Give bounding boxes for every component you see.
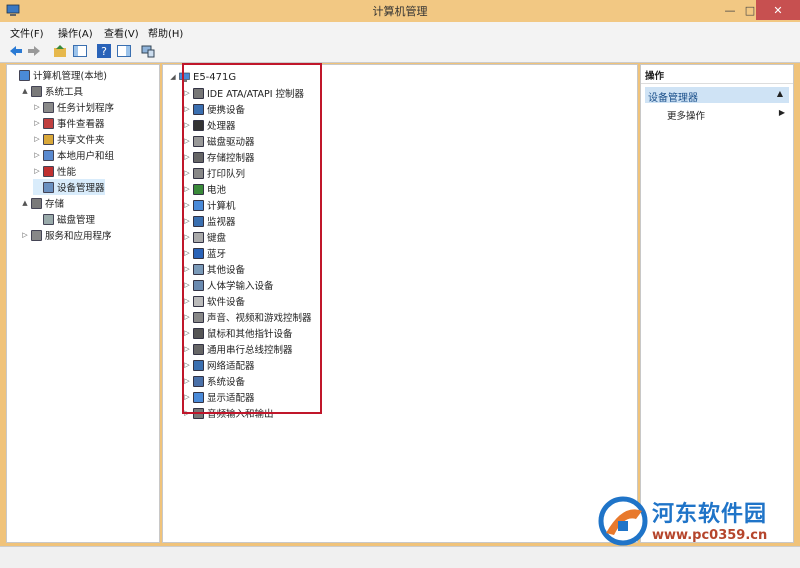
watermark-url: www.pc0359.cn [652,528,768,543]
actions-pane: 操作 设备管理器 ▲ 更多操作 ▶ [640,64,794,543]
show-hide-tree-icon[interactable] [72,43,88,59]
help-icon[interactable]: ? [96,43,112,59]
nav-tree-item-label: 事件查看器 [57,119,105,130]
up-folder-icon[interactable] [52,43,68,59]
actions-header: 操作 [641,65,793,84]
actions-title: 操作 [645,71,665,82]
collapse-arrow-icon[interactable]: ◢ [169,73,177,81]
menu-file[interactable]: 文件(F) [10,25,44,40]
forward-arrow-icon[interactable] [26,43,42,59]
nav-tree-item-label: 共享文件夹 [57,135,105,146]
menu-help[interactable]: 帮助(H) [148,25,183,40]
nav-tree-item-label: 存储 [45,199,65,210]
tree-item-icon [31,85,42,97]
nav-tree-item[interactable]: 设备管理器 [33,179,105,195]
nav-tree-item[interactable]: ▷ 任务计划程序 [33,99,114,115]
maximize-icon: □ [744,3,756,17]
toolbar: ? [0,40,800,63]
nav-tree-item[interactable]: ▲ 系统工具 [21,83,83,99]
menu-action[interactable]: 操作(A) [58,25,93,40]
nav-tree-item[interactable]: 磁盘管理 [33,211,95,227]
tree-item-icon [43,165,54,177]
show-hide-action-pane-icon[interactable] [116,43,132,59]
nav-tree-item[interactable]: 计算机管理(本地) [9,67,107,83]
tree-item-icon [43,213,54,225]
watermark-logo-icon [598,496,648,546]
nav-tree-item[interactable]: ▷ 服务和应用程序 [21,227,112,243]
nav-tree-item[interactable]: ▷ 共享文件夹 [33,131,105,147]
expand-arrow-icon[interactable]: ▷ [33,103,41,111]
nav-tree-item-label: 磁盘管理 [57,215,96,226]
nav-tree-item-label: 系统工具 [45,87,84,98]
expand-arrow-icon[interactable]: ▷ [33,167,41,175]
watermark: 河东软件园 www.pc0359.cn [596,493,796,551]
tree-item-icon [31,229,42,241]
expand-arrow-icon[interactable]: ▲ [21,199,29,207]
tree-item-icon [19,69,30,81]
nav-tree-item[interactable]: ▷ 性能 [33,163,76,179]
collapse-up-icon[interactable]: ▲ [777,89,783,98]
expand-arrow-icon[interactable]: ▷ [21,231,29,239]
expand-arrow-icon[interactable]: ▷ [33,151,41,159]
menu-bar: 文件(F) 操作(A) 查看(V) 帮助(H) [0,22,800,41]
close-button[interactable]: ✕ [756,0,800,20]
menu-view[interactable]: 查看(V) [104,25,139,40]
expand-arrow-icon[interactable]: ▷ [33,119,41,127]
svg-text:?: ? [101,45,107,58]
watermark-name: 河东软件园 [652,501,768,527]
annotation-highlight-box [182,63,322,414]
more-actions-link[interactable]: 更多操作 [667,108,705,122]
close-icon: ✕ [773,3,783,17]
expand-arrow-icon[interactable]: ▷ [33,135,41,143]
tree-item-icon [43,149,54,161]
window-title: 计算机管理 [372,5,428,18]
tree-item-icon [43,101,54,113]
nav-tree-item-label: 计算机管理(本地) [33,71,107,82]
nav-tree-item-label: 性能 [57,167,77,178]
more-actions-arrow-icon[interactable]: ▶ [779,108,785,117]
tree-item-icon [43,133,54,145]
nav-tree-item-label: 本地用户和组 [57,151,115,162]
back-arrow-icon[interactable] [8,43,24,59]
actions-section-device-manager[interactable]: 设备管理器 ▲ [645,87,789,104]
nav-tree-item[interactable]: ▲ 存储 [21,195,64,211]
expand-arrow-icon[interactable]: ▲ [21,87,29,95]
tree-item-icon [31,197,42,209]
nav-tree-item-label: 设备管理器 [57,183,105,194]
navigation-tree-pane: 计算机管理(本地) ▲ 系统工具 ▷ 任务计划程序 ▷ 事件查看器 ▷ 共享文件夹 ▷ 本地用户和组… [6,64,160,543]
nav-tree-item-label: 任务计划程序 [57,103,115,114]
nav-tree-item-label: 服务和应用程序 [45,231,112,242]
actions-section-label: 设备管理器 [648,93,698,104]
tree-item-icon [43,181,54,193]
tree-item-icon [43,117,54,129]
device-properties-icon[interactable] [140,43,156,59]
nav-tree-item[interactable]: ▷ 本地用户和组 [33,147,114,163]
title-bar: 计算机管理 — □ ✕ [0,0,800,22]
minimize-icon: — [724,3,736,17]
nav-tree-item[interactable]: ▷ 事件查看器 [33,115,105,131]
